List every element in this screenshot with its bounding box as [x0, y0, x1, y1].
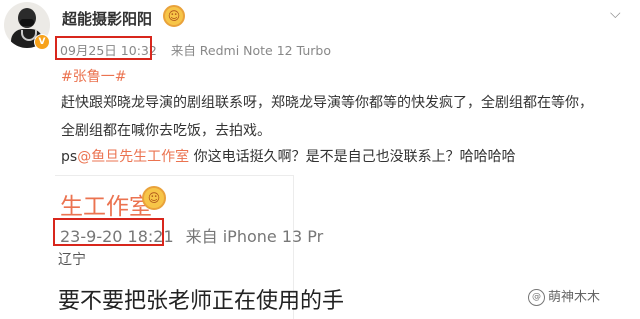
chevron-down-icon[interactable]: ⌵ [610, 6, 621, 22]
timestamp-highlight-box [55, 36, 152, 60]
avatar-mask [20, 19, 34, 26]
embedded-timestamp-highlight-box [53, 218, 164, 246]
embedded-post-text: 要不要把张老师正在使用的手 [58, 289, 345, 314]
post-body-line-2: 全剧组都在喊你去吃饭，去拍戏。 [61, 123, 271, 139]
embedded-author-name[interactable]: 生工作室 [60, 187, 152, 221]
watermark-icon: @ [528, 289, 545, 306]
reply-text: 你这电话挺久啊？是不是自己也没联系上？哈哈哈哈 [189, 149, 516, 165]
post-source: 来自 Redmi Note 12 Turbo [170, 43, 331, 58]
embedded-location: 辽宁 [58, 252, 86, 268]
topic-hashtag[interactable]: #张鲁一# [61, 66, 126, 86]
author-name[interactable]: 超能摄影阳阳 [62, 8, 152, 29]
verified-badge-icon: V [34, 34, 50, 50]
fan-badge-icon: ☺ [163, 5, 185, 27]
post-reply-line: ps@鱼旦先生工作室 你这电话挺久啊？是不是自己也没联系上？哈哈哈哈 [61, 146, 516, 166]
reply-prefix: ps [61, 149, 78, 165]
post-body-line-1: 赶快跟郑晓龙导演的剧组联系呀，郑晓龙导演等你都等的快发疯了，全剧组都在等你， [61, 95, 593, 111]
watermark: @ 萌神木木 [528, 286, 600, 306]
watermark-text: 萌神木木 [548, 290, 601, 305]
mention-link[interactable]: @鱼旦先生工作室 [77, 149, 189, 165]
embedded-fan-badge-icon: ☺ [142, 186, 166, 210]
embedded-source: 来自 iPhone 13 Pr [185, 227, 324, 246]
